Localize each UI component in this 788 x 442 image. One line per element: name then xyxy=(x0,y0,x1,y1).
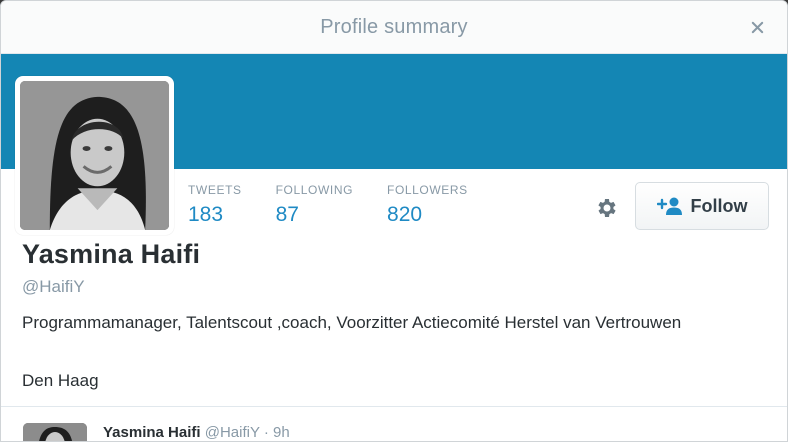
stat-tweets[interactable]: TWEETS 183 xyxy=(188,183,242,227)
stat-value: 183 xyxy=(188,203,224,226)
tweet-preview[interactable]: Yasmina Haifi @HaifiY · 9h xyxy=(1,407,787,441)
tweet-timestamp[interactable]: 9h xyxy=(273,424,290,441)
avatar-image xyxy=(20,81,169,230)
follow-button[interactable]: Follow xyxy=(635,182,769,230)
close-icon xyxy=(751,21,763,33)
settings-button[interactable] xyxy=(593,194,621,222)
tweet-author-handle[interactable]: @HaifiY xyxy=(205,424,260,441)
tweet-avatar-portrait xyxy=(23,423,87,441)
profile-name[interactable]: Yasmina Haifi xyxy=(22,239,200,270)
profile-screen-name[interactable]: @HaifiY xyxy=(22,277,85,297)
profile-avatar[interactable] xyxy=(15,76,174,235)
stat-followers[interactable]: FOLLOWERS 820 xyxy=(387,183,468,227)
profile-location: Den Haag xyxy=(22,371,99,390)
follow-label: Follow xyxy=(690,195,748,216)
modal-title: Profile summary xyxy=(320,15,468,38)
avatar-portrait xyxy=(20,81,169,230)
profile-summary-modal: Profile summary TWEETS 183 FOLLOWING 87 … xyxy=(0,0,788,442)
stat-following[interactable]: FOLLOWING 87 xyxy=(276,183,353,227)
profile-stats: TWEETS 183 FOLLOWING 87 FOLLOWERS 820 xyxy=(188,183,502,227)
stat-label: FOLLOWERS xyxy=(387,183,468,197)
stat-label: TWEETS xyxy=(188,183,242,197)
tweet-separator: · xyxy=(263,424,269,441)
profile-bio: Programmamanager, Talentscout ,coach, Vo… xyxy=(22,313,682,332)
add-user-icon xyxy=(656,197,682,215)
gear-icon xyxy=(598,199,616,217)
stat-value: 820 xyxy=(387,203,423,226)
tweet-header: Yasmina Haifi @HaifiY · 9h xyxy=(103,424,290,441)
tweet-avatar[interactable] xyxy=(23,423,87,441)
tweet-author-name[interactable]: Yasmina Haifi xyxy=(103,424,201,441)
close-button[interactable] xyxy=(747,17,767,37)
stat-value: 87 xyxy=(275,203,299,226)
modal-header: Profile summary xyxy=(1,1,787,54)
stat-label: FOLLOWING xyxy=(275,183,354,197)
